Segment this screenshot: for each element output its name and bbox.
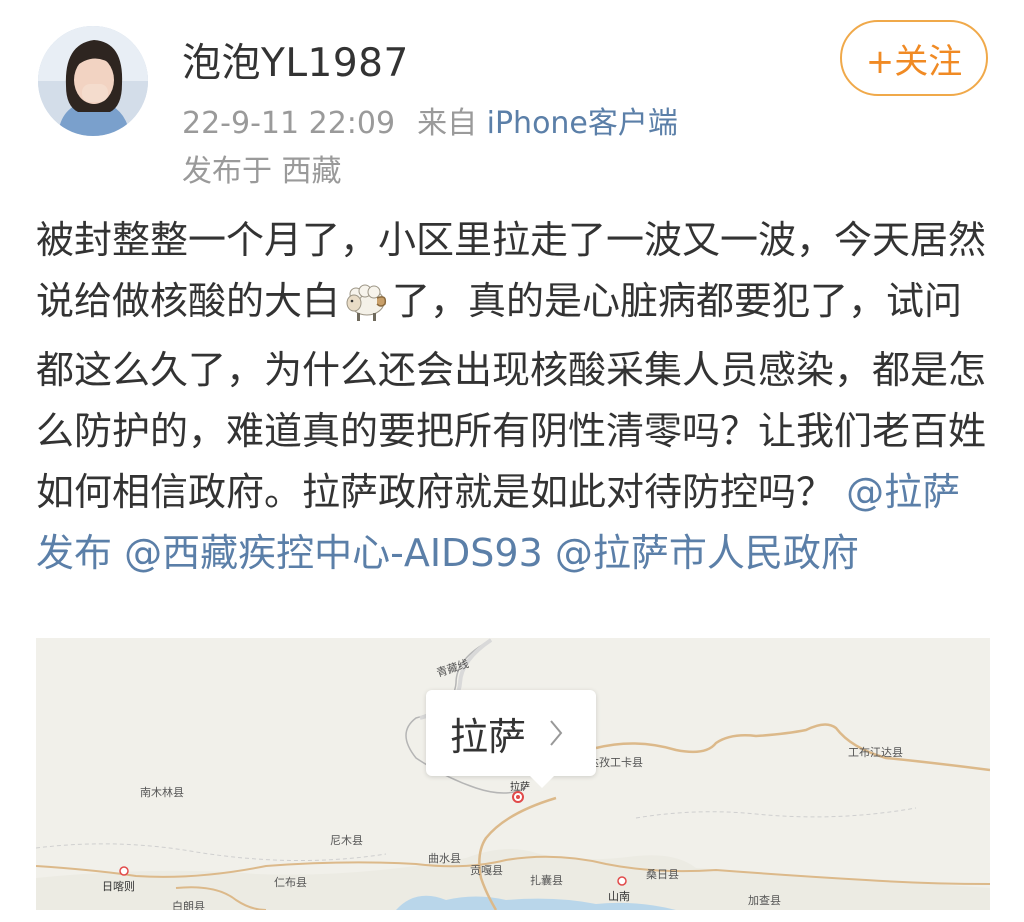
follow-button[interactable]: +关注 bbox=[840, 20, 988, 96]
mention-tibet-cdc[interactable]: @西藏疾控中心-AIDS93 bbox=[124, 531, 543, 575]
map-label-jiacha: 加查县 bbox=[748, 894, 781, 907]
map-label-gongga: 贡嘎县 bbox=[470, 864, 503, 877]
map-label-lasa-pin: 拉萨 bbox=[510, 782, 530, 793]
source-prefix: 来自 bbox=[417, 106, 478, 141]
map-label-gongkar: 达孜工卡县 bbox=[588, 756, 643, 769]
post-meta: 22-9-11 22:09 来自 iPhone客户端 bbox=[182, 98, 678, 142]
map-location-callout[interactable]: 拉萨 bbox=[426, 690, 596, 788]
map-label-bailang: 白朗县 bbox=[172, 900, 205, 910]
sheep-emoji-icon bbox=[343, 279, 389, 340]
map-label-renbu: 仁布县 bbox=[274, 876, 307, 889]
map-label-sangri: 桑日县 bbox=[646, 868, 679, 881]
map-label-qushui: 曲水县 bbox=[428, 852, 461, 865]
map-label-zhanang: 扎囊县 bbox=[530, 874, 563, 887]
post-location: 发布于 西藏 bbox=[182, 154, 342, 189]
chevron-right-icon bbox=[548, 718, 564, 748]
username[interactable]: 泡泡YL1987 bbox=[182, 32, 409, 88]
map-label-nimu: 尼木县 bbox=[330, 834, 363, 847]
map-label-rikaze: 日喀则 bbox=[102, 880, 135, 893]
callout-label: 拉萨 bbox=[450, 714, 527, 759]
mention-lasa-government[interactable]: @拉萨市人民政府 bbox=[555, 531, 859, 575]
post-timestamp: 22-9-11 22:09 bbox=[182, 106, 396, 141]
map-label-gongbu: 工布江达县 bbox=[848, 746, 903, 759]
user-avatar[interactable] bbox=[38, 26, 148, 136]
post-body: 被封整整一个月了，小区里拉走了一波又一波，今天居然说给做核酸的大白 了，真的是心… bbox=[36, 210, 996, 584]
map-label-shannan: 山南 bbox=[608, 890, 630, 903]
source-client-link[interactable]: iPhone客户端 bbox=[487, 106, 678, 141]
map-label-nanmulin: 南木林县 bbox=[140, 786, 184, 799]
location-map[interactable]: 青藏线 达孜工卡县 工布江达县 南木林县 拉萨 尼木县 曲水县 贡嘎县 桑日县 … bbox=[36, 638, 990, 910]
